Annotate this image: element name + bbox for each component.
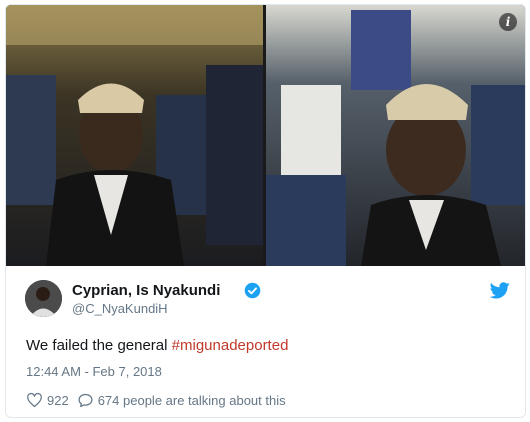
reply-button[interactable]: 674 people are talking about this [77,392,286,409]
twitter-bird-icon[interactable] [490,282,510,299]
tweet-photo-left[interactable] [6,5,263,266]
talking-count: 674 people are talking about this [97,392,286,408]
tweet-text-prefix: We failed the general [26,337,172,354]
hashtag-link[interactable]: #migunadeported [172,337,289,354]
tweet-actions: 922 674 people are talking about this [26,390,294,410]
info-icon[interactable]: i [499,13,517,31]
speech-bubble-icon [78,393,93,407]
heart-icon [27,392,42,407]
tweet-header: Cyprian, Is Nyakundi @C_NyaKundiH [20,279,510,319]
tweet-media[interactable]: i [6,5,525,266]
like-count: 922 [47,392,69,408]
author-name[interactable]: Cyprian, Is Nyakundi [72,282,220,299]
tweet-timestamp[interactable]: 12:44 AM - Feb 7, 2018 [26,364,162,379]
avatar[interactable] [25,280,62,317]
author-handle[interactable]: @C_NyaKundiH [72,301,168,316]
verified-badge-icon [244,282,261,299]
tweet-text: We failed the general #migunadeported [26,337,288,354]
tweet-photo-right[interactable] [266,5,525,266]
like-button[interactable]: 922 [26,392,69,409]
embedded-tweet-card: i Cyprian, Is Nyakundi @C_NyaKundiH We f… [5,4,526,418]
